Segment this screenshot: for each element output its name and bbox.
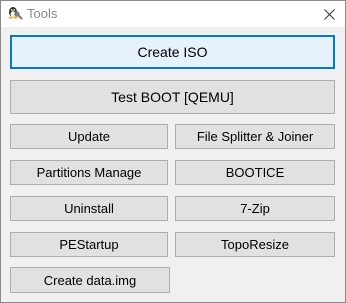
partitions-manage-button[interactable]: Partitions Manage: [10, 160, 168, 185]
uninstall-button[interactable]: Uninstall: [10, 196, 168, 221]
7zip-button[interactable]: 7-Zip: [175, 196, 335, 221]
close-button[interactable]: [313, 1, 345, 27]
tools-window: Tools Create ISO Test BOOT [QEMU] Update…: [0, 0, 346, 303]
create-data-img-button[interactable]: Create data.img: [10, 267, 170, 293]
window-title: Tools: [27, 6, 58, 21]
test-boot-qemu-button[interactable]: Test BOOT [QEMU]: [10, 80, 335, 114]
file-splitter-joiner-button[interactable]: File Splitter & Joiner: [175, 124, 335, 149]
update-button[interactable]: Update: [10, 124, 168, 149]
title-bar[interactable]: Tools: [1, 1, 345, 27]
pestartup-button[interactable]: PEStartup: [10, 232, 168, 257]
bootice-button[interactable]: BOOTICE: [175, 160, 335, 185]
toporesize-button[interactable]: TopoResize: [175, 232, 335, 257]
create-iso-button[interactable]: Create ISO: [10, 35, 335, 69]
tux-wrench-icon: [7, 5, 23, 21]
close-icon: [323, 8, 335, 20]
